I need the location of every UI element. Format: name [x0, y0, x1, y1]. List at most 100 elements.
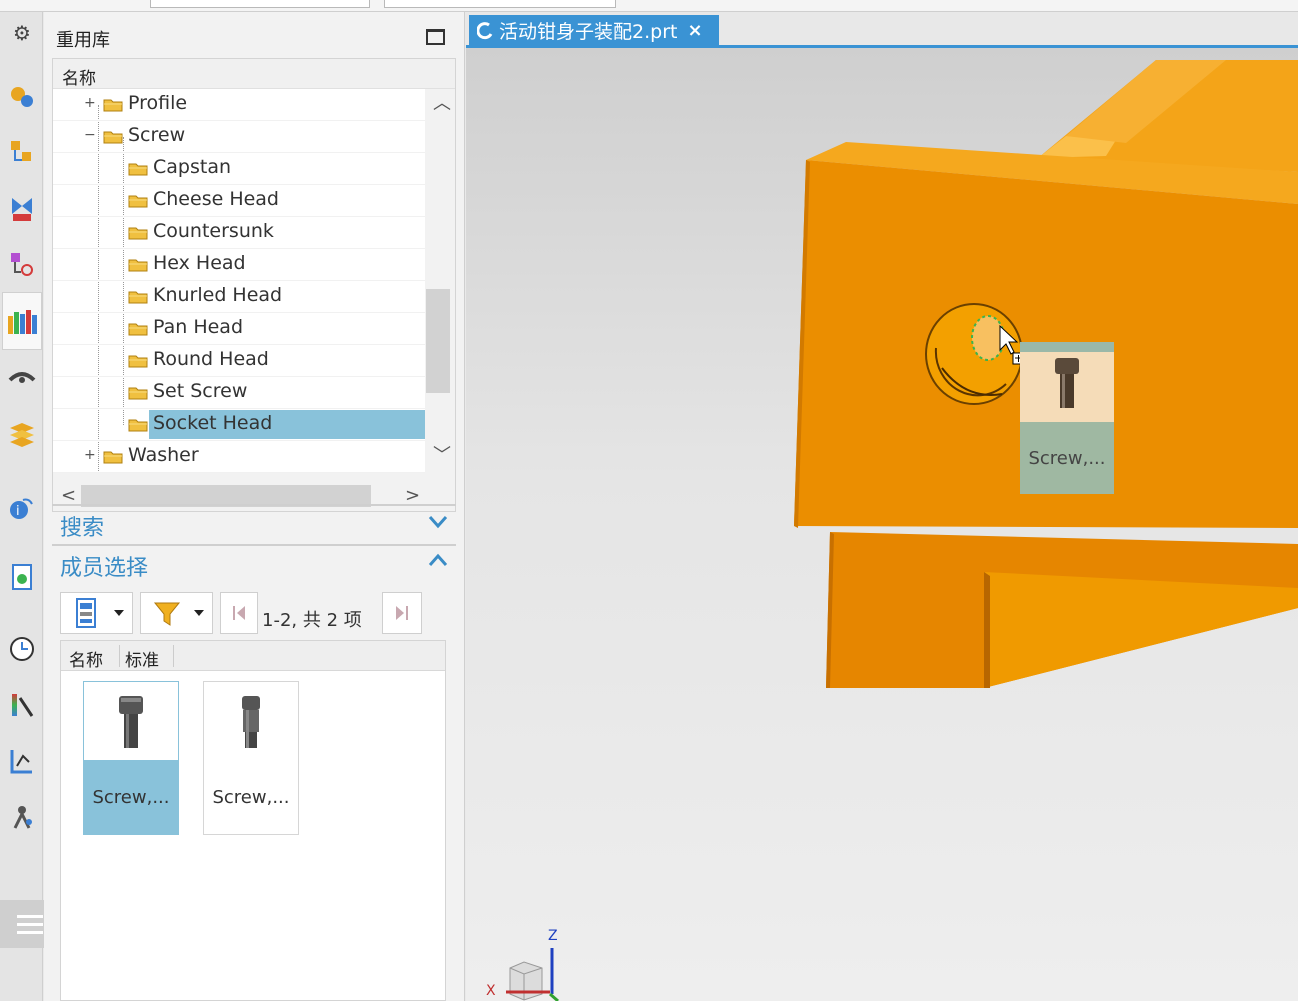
chevron-down-icon[interactable]: [428, 510, 448, 532]
folder-icon: [128, 291, 148, 304]
roles-icon[interactable]: [7, 802, 37, 832]
member-grid-header: 名称 标准: [61, 641, 445, 671]
reuse-library-panel: 重用库 名称 + Profile − Screw Capstan Cheese Head C…: [44, 12, 465, 1001]
tree-node[interactable]: Countersunk: [53, 217, 425, 249]
tree-node[interactable]: Hex Head: [53, 249, 425, 281]
visual-icon[interactable]: [7, 364, 37, 394]
collapse-icon[interactable]: −: [84, 128, 96, 142]
tree-node-label: Knurled Head: [153, 284, 283, 306]
tree-node[interactable]: Capstan: [53, 153, 425, 185]
tree-node[interactable]: Knurled Head: [53, 281, 425, 313]
3d-viewport[interactable]: Z X Screw,...: [466, 48, 1298, 1001]
folder-icon: [103, 451, 123, 464]
chevron-up-icon[interactable]: [428, 550, 448, 572]
expand-icon[interactable]: +: [84, 96, 96, 110]
member-item-label: Screw,...: [84, 760, 178, 834]
layers-icon[interactable]: [7, 418, 37, 448]
tree-node[interactable]: Pan Head: [53, 313, 425, 345]
part-navigator-icon[interactable]: [7, 250, 37, 280]
drag-preview-thumbnail: [1020, 342, 1114, 422]
document-tab[interactable]: 活动钳身子装配2.prt ×: [469, 15, 719, 46]
tree-node[interactable]: Set Screw: [53, 377, 425, 409]
dropdown-arrow-icon: [194, 610, 204, 616]
tree-node[interactable]: Cheese Head: [53, 185, 425, 217]
first-page-icon: [233, 606, 245, 620]
document-tab-title: 活动钳身子装配2.prt: [499, 21, 678, 43]
tree-node[interactable]: Socket Head: [53, 409, 425, 441]
history-icon[interactable]: [7, 634, 37, 664]
maximize-icon[interactable]: [426, 29, 445, 45]
close-icon[interactable]: ×: [687, 20, 702, 41]
web-browser-icon[interactable]: [7, 562, 37, 592]
top-toolbar-strip: [0, 0, 1298, 12]
scroll-thumb[interactable]: [426, 289, 450, 393]
column-header-standard[interactable]: 标准: [125, 646, 159, 671]
socket-head-screw-icon: [1055, 358, 1079, 408]
first-page-button[interactable]: [220, 592, 258, 634]
tree-node-label: Set Screw: [153, 380, 248, 402]
column-header-name[interactable]: 名称: [69, 646, 103, 671]
expand-icon[interactable]: +: [84, 448, 96, 462]
resource-bar: ⚙ i: [0, 12, 60, 1001]
triad-x-label: X: [486, 983, 496, 999]
tree-node-label: Round Head: [153, 348, 269, 370]
tree-column-header: 名称: [53, 59, 455, 89]
document-tab-bar: 活动钳身子装配2.prt ×: [466, 12, 1298, 48]
process-icon[interactable]: [7, 746, 37, 776]
folder-icon: [128, 227, 148, 240]
tree-node[interactable]: + Profile: [53, 89, 425, 121]
assembly-navigator-icon[interactable]: [7, 138, 37, 168]
folder-icon: [128, 259, 148, 272]
tree-rows: + Profile − Screw Capstan Cheese Head Counters…: [53, 89, 425, 473]
library-tree: 名称 + Profile − Screw Capstan Cheese Head Count…: [52, 58, 456, 512]
member-item[interactable]: Screw,...: [83, 681, 179, 835]
drag-preview: Screw,...: [1020, 342, 1114, 494]
assembly-constraints-icon[interactable]: [7, 82, 37, 112]
folder-icon: [103, 131, 123, 144]
view-mode-icon: [75, 598, 96, 628]
tree-node[interactable]: + Washer: [53, 441, 425, 473]
vise-body-model[interactable]: [466, 48, 1298, 1001]
part-file-icon: [477, 21, 493, 39]
scroll-down-icon[interactable]: ﹀: [433, 447, 451, 465]
folder-icon: [128, 419, 148, 432]
socket-head-screw-icon: [84, 682, 178, 762]
panel-title: 重用库: [56, 30, 110, 51]
tree-node-label: Cheese Head: [153, 188, 279, 210]
tree-vertical-scrollbar[interactable]: ︿ ﹀: [425, 89, 455, 473]
tree-node[interactable]: Round Head: [53, 345, 425, 377]
toolbar-field-2[interactable]: [384, 0, 616, 8]
tree-node[interactable]: − Screw: [53, 121, 425, 153]
members-section-header[interactable]: 成员选择: [52, 544, 456, 581]
toolbar-field-1[interactable]: [150, 0, 370, 8]
gear-icon[interactable]: ⚙: [7, 18, 37, 48]
svg-text:i: i: [16, 504, 20, 519]
folder-icon: [128, 355, 148, 368]
constraint-navigator-icon[interactable]: [7, 194, 37, 224]
folder-icon: [128, 163, 148, 176]
tree-node-label: Profile: [128, 92, 188, 114]
analysis-icon[interactable]: [7, 690, 37, 720]
info-icon[interactable]: i: [7, 492, 37, 522]
graphics-window: 活动钳身子装配2.prt × Z X Screw,...: [466, 12, 1298, 1001]
scroll-up-icon[interactable]: ︿: [433, 95, 451, 113]
folder-icon: [128, 195, 148, 208]
shoulder-screw-icon: [204, 682, 298, 762]
member-item[interactable]: Screw,...: [203, 681, 299, 835]
scroll-left-icon[interactable]: <: [61, 487, 76, 505]
tree-node-label: Capstan: [153, 156, 232, 178]
view-mode-button[interactable]: [60, 592, 133, 634]
search-section-header[interactable]: 搜索: [52, 504, 456, 541]
tree-node-label: Washer: [128, 444, 199, 466]
scroll-right-icon[interactable]: >: [405, 487, 420, 505]
last-page-button[interactable]: [382, 592, 422, 634]
member-grid: 名称 标准 Screw,... Screw,...: [60, 640, 446, 1001]
filter-button[interactable]: [140, 592, 213, 634]
folder-icon: [128, 387, 148, 400]
reuse-library-icon[interactable]: [2, 292, 42, 350]
members-section-title: 成员选择: [60, 556, 149, 581]
folder-icon: [103, 99, 123, 112]
last-page-icon: [396, 606, 408, 620]
dropdown-arrow-icon: [114, 610, 124, 616]
tree-node-label: Pan Head: [153, 316, 244, 338]
